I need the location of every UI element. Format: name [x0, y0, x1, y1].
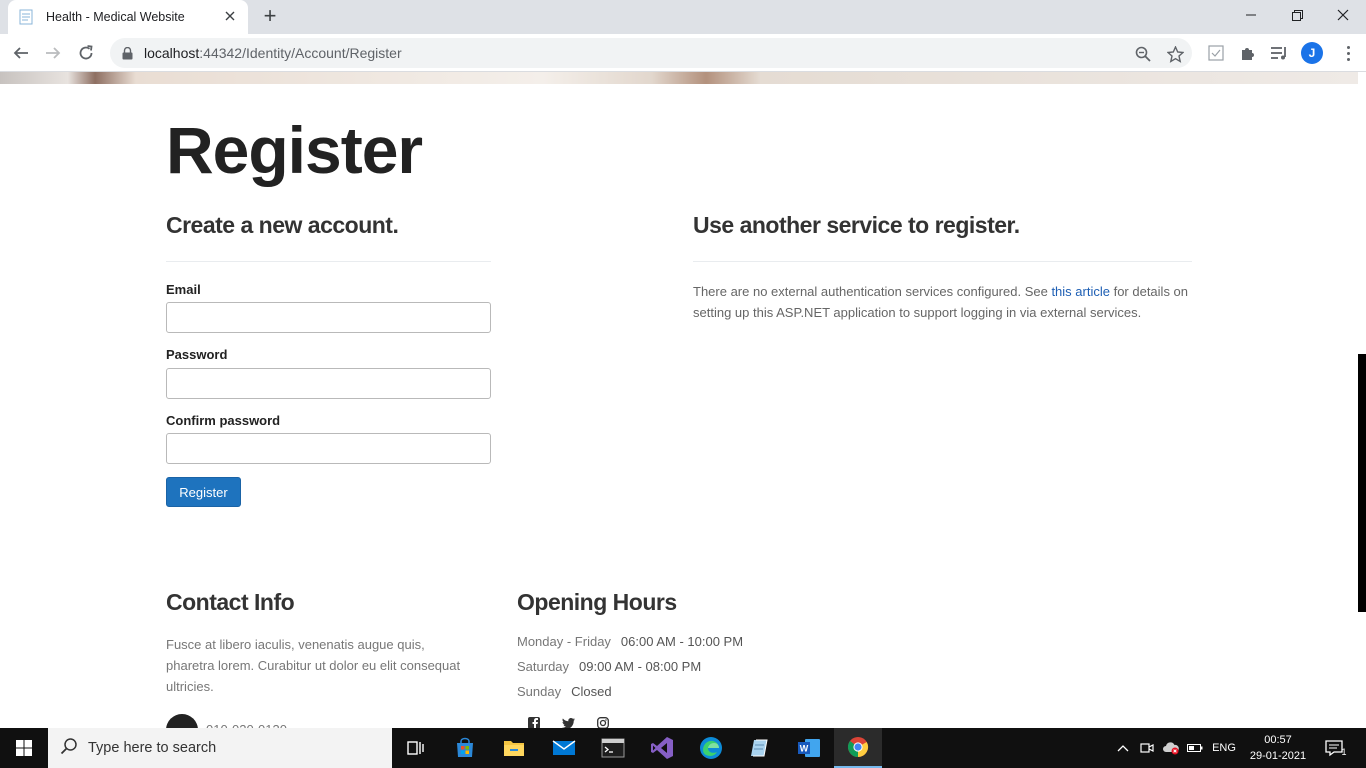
- register-button[interactable]: Register: [166, 477, 241, 507]
- meet-now-icon[interactable]: [1136, 728, 1158, 768]
- contact-info-text: Fusce at libero iaculis, venenatis augue…: [166, 637, 461, 694]
- profile-avatar[interactable]: J: [1301, 42, 1323, 64]
- visual-studio-icon[interactable]: [638, 728, 686, 768]
- hours-row: Saturday 09:00 AM - 08:00 PM: [517, 659, 701, 674]
- instagram-icon[interactable]: [596, 716, 610, 728]
- tab-close-icon[interactable]: [222, 9, 238, 25]
- edge-browser-icon[interactable]: [687, 728, 735, 768]
- zoom-icon[interactable]: [1134, 45, 1152, 63]
- hours-time: Closed: [571, 684, 612, 699]
- address-bar[interactable]: localhost:44342/Identity/Account/Registe…: [110, 38, 1192, 68]
- confirm-password-label: Confirm password: [166, 413, 281, 428]
- windows-start-icon[interactable]: [0, 728, 48, 768]
- page-viewport: Register Create a new account. Use anoth…: [0, 72, 1366, 728]
- taskbar-search-box[interactable]: Type here to search: [48, 728, 392, 768]
- notepad-icon[interactable]: [736, 728, 784, 768]
- this-article-link[interactable]: this article: [1051, 284, 1110, 299]
- browser-toolbar: localhost:44342/Identity/Account/Registe…: [0, 34, 1366, 72]
- opening-hours-heading: Opening Hours: [517, 589, 677, 615]
- hero-image-strip: [0, 72, 1358, 84]
- page-title: Register: [166, 113, 423, 187]
- file-explorer-icon[interactable]: [490, 728, 538, 768]
- clock-time: 00:57: [1264, 734, 1292, 746]
- onedrive-icon[interactable]: [1160, 728, 1182, 768]
- svg-text:W: W: [800, 744, 809, 754]
- language-indicator[interactable]: ENG: [1208, 728, 1240, 768]
- system-clock[interactable]: 00:57 29-01-2021: [1248, 732, 1308, 764]
- page-scrollbar[interactable]: [1358, 354, 1366, 612]
- browser-tabbar: Health - Medical Website +: [0, 0, 1366, 34]
- bookmark-star-icon[interactable]: [1166, 45, 1184, 63]
- media-queue-icon[interactable]: [1268, 42, 1290, 64]
- new-tab-button[interactable]: +: [258, 5, 282, 28]
- clock-date: 29-01-2021: [1249, 750, 1307, 762]
- microsoft-store-icon[interactable]: [441, 728, 489, 768]
- notification-count: 1: [1341, 747, 1347, 757]
- hours-day: Monday - Friday: [517, 634, 611, 649]
- password-label: Password: [166, 347, 228, 362]
- minimize-icon[interactable]: [1228, 0, 1274, 30]
- hours-time: 06:00 AM - 10:00 PM: [620, 634, 744, 649]
- search-placeholder: Type here to search: [88, 740, 217, 756]
- hours-day: Saturday: [517, 659, 570, 674]
- terminal-icon[interactable]: [589, 728, 637, 768]
- email-field[interactable]: [166, 302, 491, 333]
- contact-info-heading: Contact Info: [166, 589, 295, 615]
- lock-icon[interactable]: [122, 46, 136, 60]
- hours-row: Sunday Closed: [517, 684, 612, 699]
- create-account-heading: Create a new account.: [166, 212, 399, 238]
- back-arrow-icon[interactable]: [8, 40, 34, 66]
- phone-icon: [166, 714, 198, 728]
- email-label: Email: [166, 282, 201, 297]
- url-path: :44342/Identity/Account/Register: [199, 45, 402, 61]
- reload-icon[interactable]: [73, 40, 99, 66]
- notification-center-icon[interactable]: 1: [1318, 728, 1354, 768]
- facebook-icon[interactable]: [527, 716, 541, 728]
- external-service-heading: Use another service to register.: [693, 212, 1020, 238]
- hours-row: Monday - Friday 06:00 AM - 10:00 PM: [517, 634, 743, 649]
- extensions-puzzle-icon[interactable]: [1237, 42, 1259, 64]
- browser-menu-icon[interactable]: [1338, 42, 1358, 64]
- twitter-icon[interactable]: [561, 716, 575, 728]
- tab-title: Health - Medical Website: [46, 10, 185, 24]
- show-hidden-icons-chevron-icon[interactable]: [1112, 728, 1134, 768]
- windows-taskbar: Type here to search W ENG 00:57 29-01-20…: [0, 728, 1366, 768]
- divider-left: [166, 261, 491, 262]
- extension-doc-icon[interactable]: [1205, 42, 1227, 64]
- search-icon: [60, 737, 78, 760]
- close-window-icon[interactable]: [1320, 0, 1366, 30]
- chrome-icon[interactable]: [834, 728, 882, 768]
- hours-time: 09:00 AM - 08:00 PM: [579, 659, 702, 674]
- external-text-before: There are no external authentication ser…: [693, 284, 1052, 299]
- word-icon[interactable]: W: [785, 728, 833, 768]
- divider-right: [693, 261, 1192, 262]
- url-text: localhost:44342/Identity/Account/Registe…: [144, 45, 402, 61]
- restore-icon[interactable]: [1274, 0, 1320, 30]
- confirm-password-field[interactable]: [166, 433, 491, 464]
- forward-arrow-icon[interactable]: [40, 40, 66, 66]
- browser-tab[interactable]: Health - Medical Website: [8, 0, 248, 34]
- battery-icon[interactable]: [1184, 728, 1206, 768]
- hours-day: Sunday: [517, 684, 562, 699]
- page-favicon-icon: [18, 9, 34, 25]
- external-auth-message: There are no external authentication ser…: [693, 281, 1192, 323]
- mail-icon[interactable]: [540, 728, 588, 768]
- window-controls: [1228, 0, 1366, 34]
- url-host: localhost: [144, 45, 200, 61]
- password-field[interactable]: [166, 368, 491, 399]
- task-view-icon[interactable]: [392, 728, 440, 768]
